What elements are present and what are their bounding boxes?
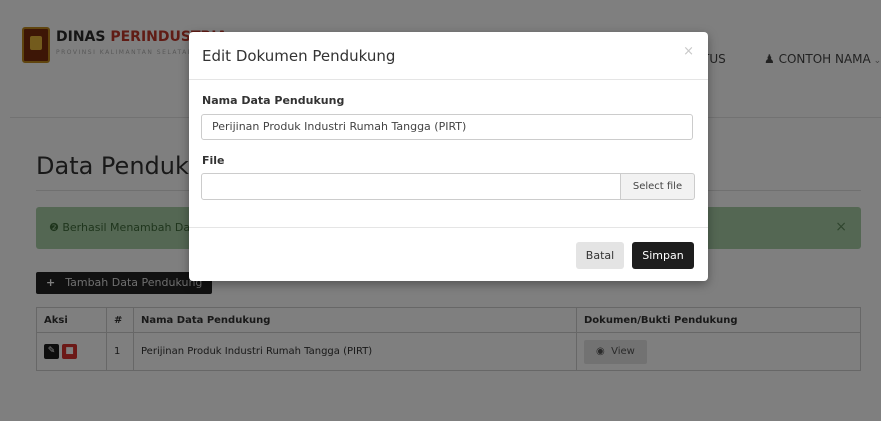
file-label: File	[202, 154, 225, 167]
file-input[interactable]	[201, 173, 621, 200]
name-input[interactable]: Perijinan Produk Industri Rumah Tangga (…	[201, 114, 693, 140]
cancel-button[interactable]: Batal	[576, 242, 624, 269]
edit-modal: Edit Dokumen Pendukung × Nama Data Pendu…	[189, 32, 708, 281]
modal-footer-divider	[189, 227, 708, 228]
modal-header: Edit Dokumen Pendukung ×	[189, 32, 708, 80]
modal-close-button[interactable]: ×	[683, 44, 694, 59]
select-file-button[interactable]: Select file	[620, 173, 695, 200]
modal-title: Edit Dokumen Pendukung	[202, 47, 396, 65]
name-label: Nama Data Pendukung	[202, 94, 345, 107]
save-button[interactable]: Simpan	[632, 242, 694, 269]
